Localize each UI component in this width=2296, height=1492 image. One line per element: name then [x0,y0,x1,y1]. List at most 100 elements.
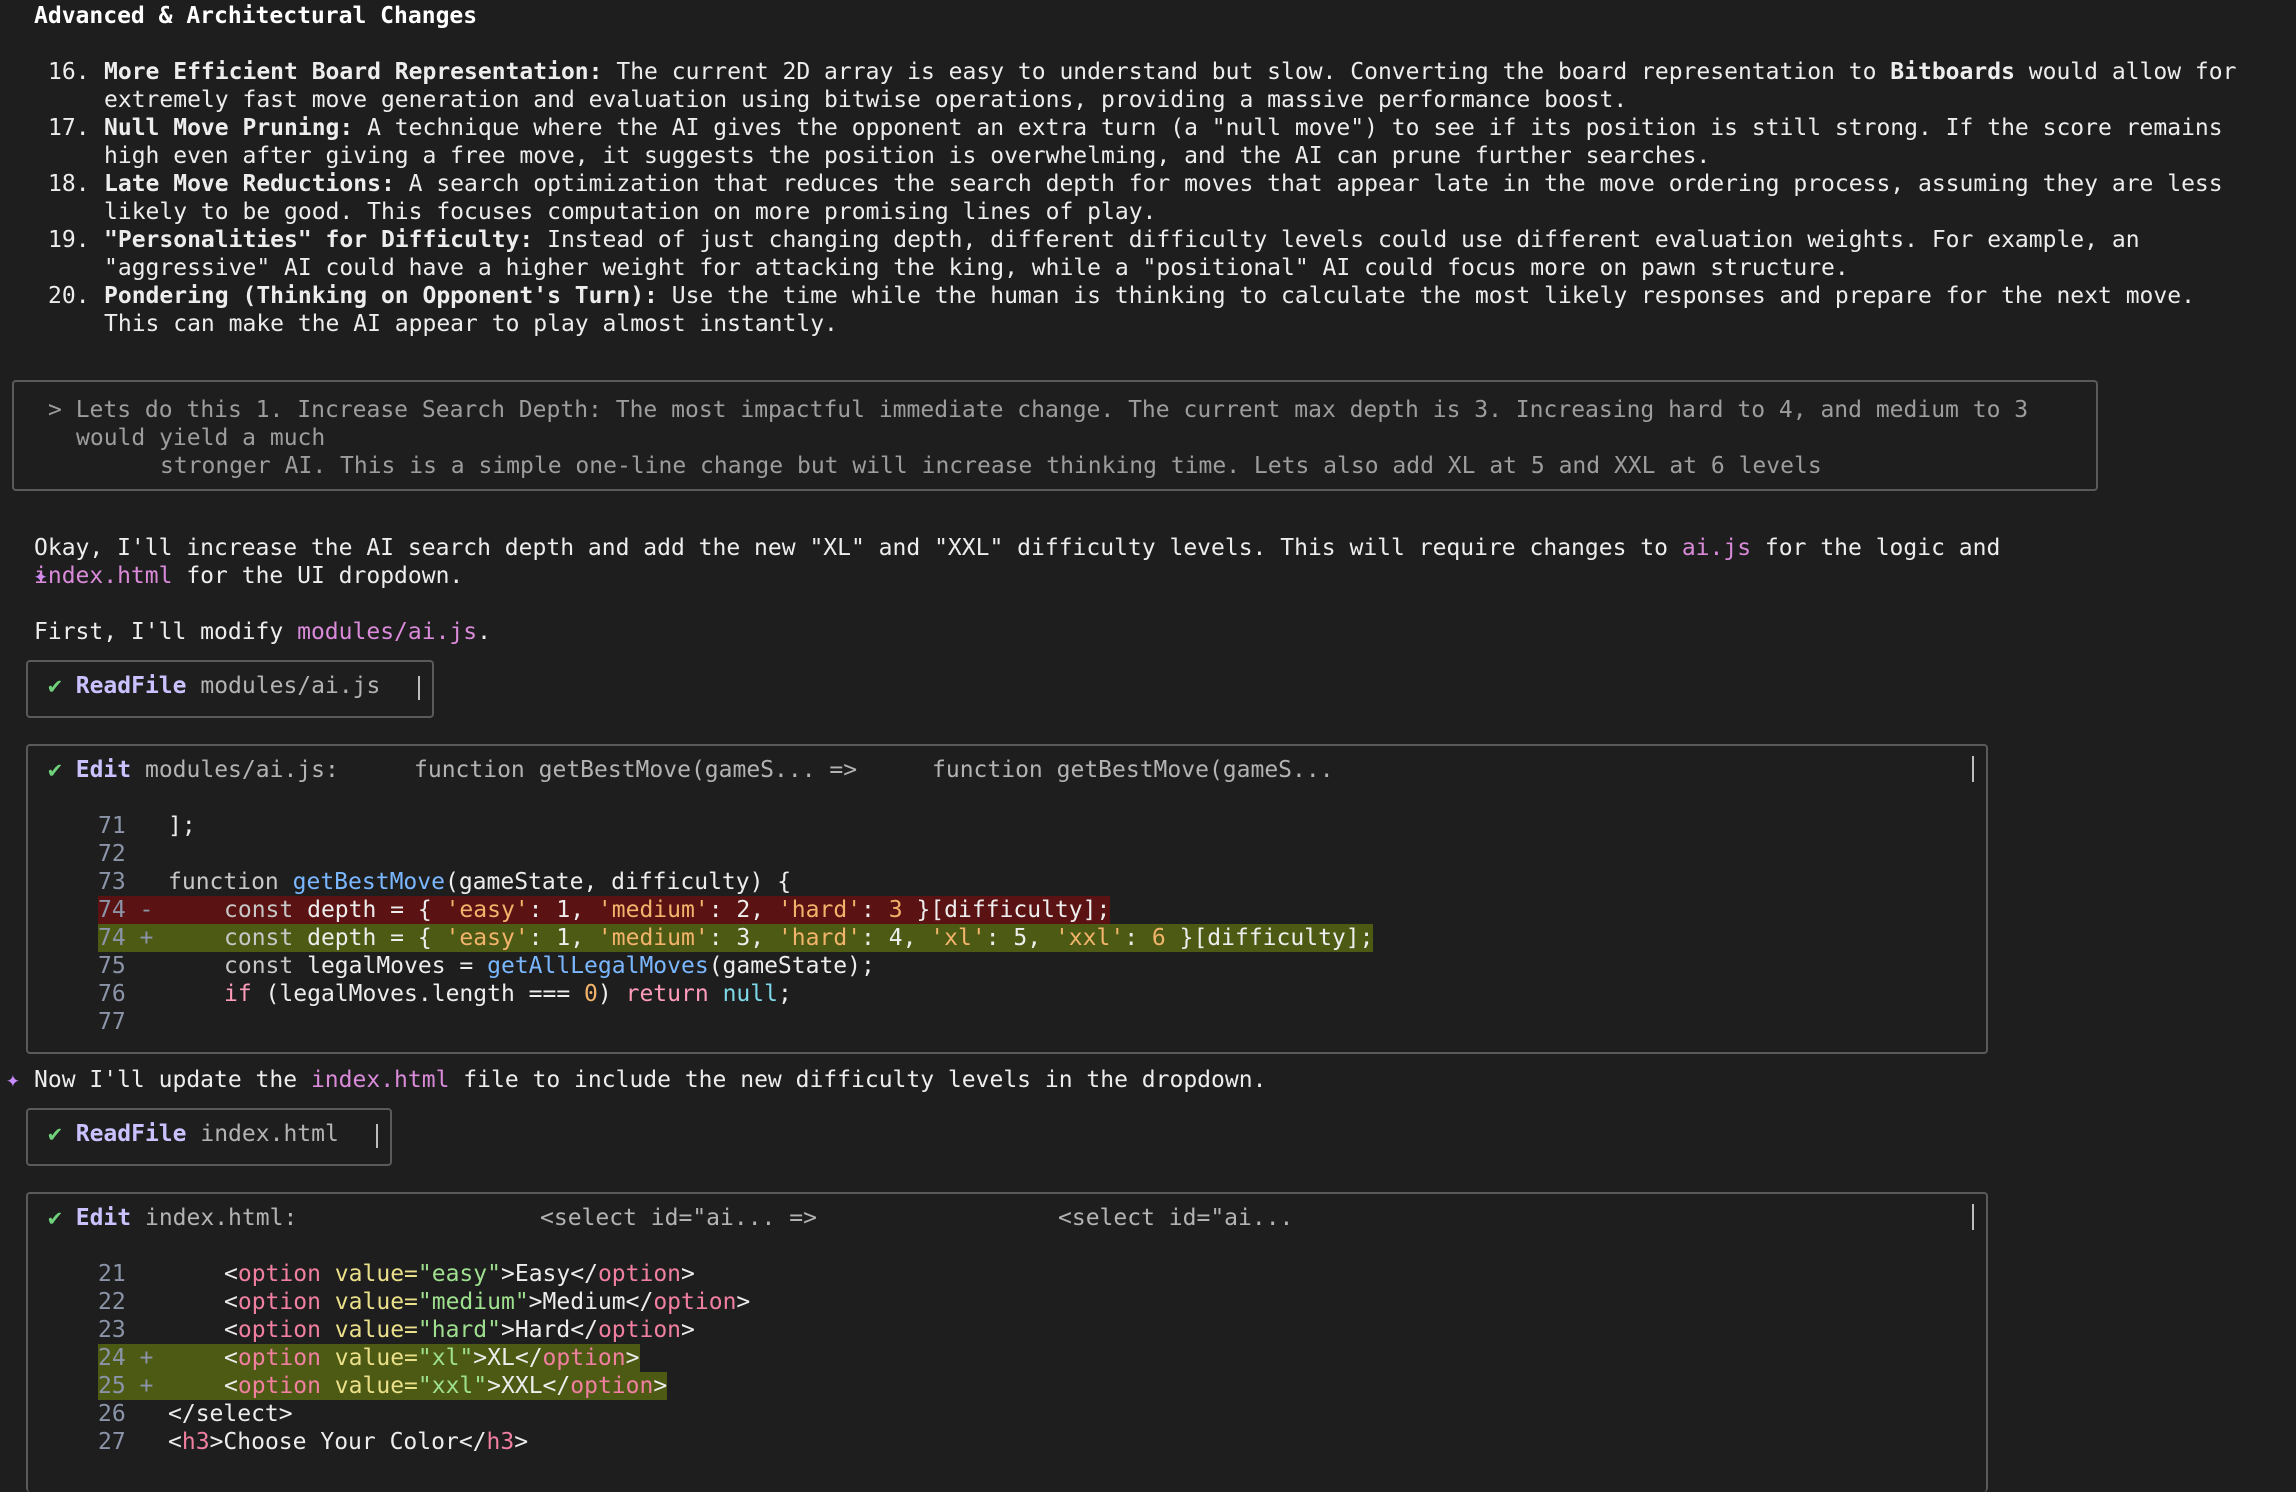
file-link[interactable]: modules/ai.js [297,619,477,645]
cursor-bar [376,1124,378,1148]
cursor-bar [418,676,420,700]
code-text: Easy [514,1261,571,1287]
code-tag: h3 [486,1429,515,1455]
prompt-line: stronger AI. This is a simple one-line c… [160,453,1822,479]
line-number: 73 [98,869,126,895]
code-string: "xxl" [417,1373,488,1399]
line-number: 76 [98,981,126,1007]
code-line: 73 function getBestMove(gameState, diffic… [98,868,791,896]
code-tag: option [653,1289,737,1315]
message-text: Okay, I'll increase the AI search depth … [34,535,1682,561]
code-text: Medium [542,1289,626,1315]
line-number: 77 [98,1009,126,1035]
code-text: (gameState); [708,953,875,979]
code-number: 6 [1151,925,1166,951]
tool-arg: modules/ai.js: [144,757,339,783]
code-text: </ [542,1373,571,1399]
code-line: 72 [98,840,168,868]
check-icon: ✔ [48,673,62,699]
code-line: 77 [98,1008,168,1036]
cursor-bar [1972,756,1974,782]
code-keyword: return [625,981,709,1007]
code-tag: option [542,1345,626,1371]
code-text: XXL [501,1373,543,1399]
code-line-added: 74 + const depth = { 'easy': 1, 'medium':… [98,924,1374,952]
edit-tool-box[interactable]: ✔ Edit index.html: <select id="ai... => … [26,1192,1988,1492]
edit-from: function getBestMove(gameS... => [414,757,858,783]
code-string: 'hard' [777,925,862,951]
code-tag: option [237,1289,321,1315]
line-number: 74 + [98,925,154,951]
tool-name: Edit [75,1205,132,1231]
code-text: < [224,1289,238,1315]
code-string: 'hard' [777,897,862,923]
code-text: : 2, [708,897,778,923]
code-text: > [473,1345,488,1371]
list-text: A search optimization that reduces the s… [104,171,2237,225]
code-tag: option [237,1261,321,1287]
code-text: XL [487,1345,515,1371]
code-string: 'easy' [445,897,529,923]
code-text: }[difficulty]; [902,897,1111,923]
code-line: 22 <option value="medium">Medium</option> [98,1288,750,1316]
code-keyword: const [224,953,294,979]
list-number: 17. [48,115,90,141]
code-tag: option [597,1261,682,1287]
code-text: depth = { [293,897,446,923]
assistant-message-line: Okay, I'll increase the AI search depth … [34,534,2000,562]
code-number: 0 [584,981,598,1007]
code-line-added: 25 + <option value="xxl">XXL</option> [98,1372,668,1400]
list-title: More Efficient Board Representation: [104,59,603,85]
code-attr: value= [320,1317,418,1343]
code-text: ]; [168,813,196,839]
code-keyword: const [224,897,294,923]
code-text: }[difficulty]; [1165,925,1374,951]
code-attr: value= [320,1261,418,1287]
list-title: Pondering (Thinking on Opponent's Turn): [104,283,658,309]
code-string: 'easy' [445,925,529,951]
code-line: 21 <option value="easy">Easy</option> [98,1260,695,1288]
code-attr: value= [320,1289,418,1315]
code-line: 27 <h3>Choose Your Color</h3> [98,1428,528,1456]
code-text: : [861,897,889,923]
file-link[interactable]: ai.js [1682,535,1751,561]
code-string: 'xl' [930,925,986,951]
list-text: A technique where the AI gives the oppon… [104,115,2237,169]
tool-name: ReadFile [75,673,187,699]
code-string: "easy" [417,1261,501,1287]
code-attr: value= [320,1345,418,1371]
edit-from: <select id="ai... => [540,1205,817,1231]
code-string: 'medium' [597,897,709,923]
message-text: . [477,619,491,645]
code-text: : 5, [985,925,1055,951]
code-text: </ [514,1345,543,1371]
message-text: file to include the new difficulty level… [449,1067,1267,1093]
edit-tool-box[interactable]: ✔ Edit modules/ai.js: function getBestMo… [26,744,1988,1054]
code-text: : 1, [528,897,598,923]
code-text: : 4, [861,925,931,951]
code-string: 'medium' [597,925,709,951]
line-number: 27 [98,1429,126,1455]
code-text: < [224,1345,238,1371]
list-item: 18. Late Move Reductions: A search optim… [34,170,2264,226]
line-number: 21 [98,1261,126,1287]
readfile-tool-box[interactable]: ✔ ReadFile modules/ai.js [26,660,434,718]
assistant-message: ✦ [6,1066,20,1094]
line-number: 24 + [98,1345,154,1371]
code-line-deleted: 74 - const depth = { 'easy': 1, 'medium':… [98,896,1111,924]
code-text: > [500,1317,515,1343]
list-item: 17. Null Move Pruning: A technique where… [34,114,2264,170]
message-text: First, I'll modify [34,619,298,645]
code-text: </ [458,1429,487,1455]
prompt-line: > Lets do this 1. Increase Search Depth:… [48,397,2029,423]
file-link[interactable]: index.html [311,1067,449,1093]
line-number: 25 + [98,1373,154,1399]
code-attr: value= [320,1373,418,1399]
file-link[interactable]: index.html [34,563,172,589]
readfile-tool-box[interactable]: ✔ ReadFile index.html [26,1108,392,1166]
message-text: for the UI dropdown. [172,563,464,589]
edit-to: <select id="ai... [1058,1205,1294,1231]
code-text: </ [570,1261,598,1287]
code-keyword: function [168,869,279,895]
list-number: 19. [48,227,90,253]
